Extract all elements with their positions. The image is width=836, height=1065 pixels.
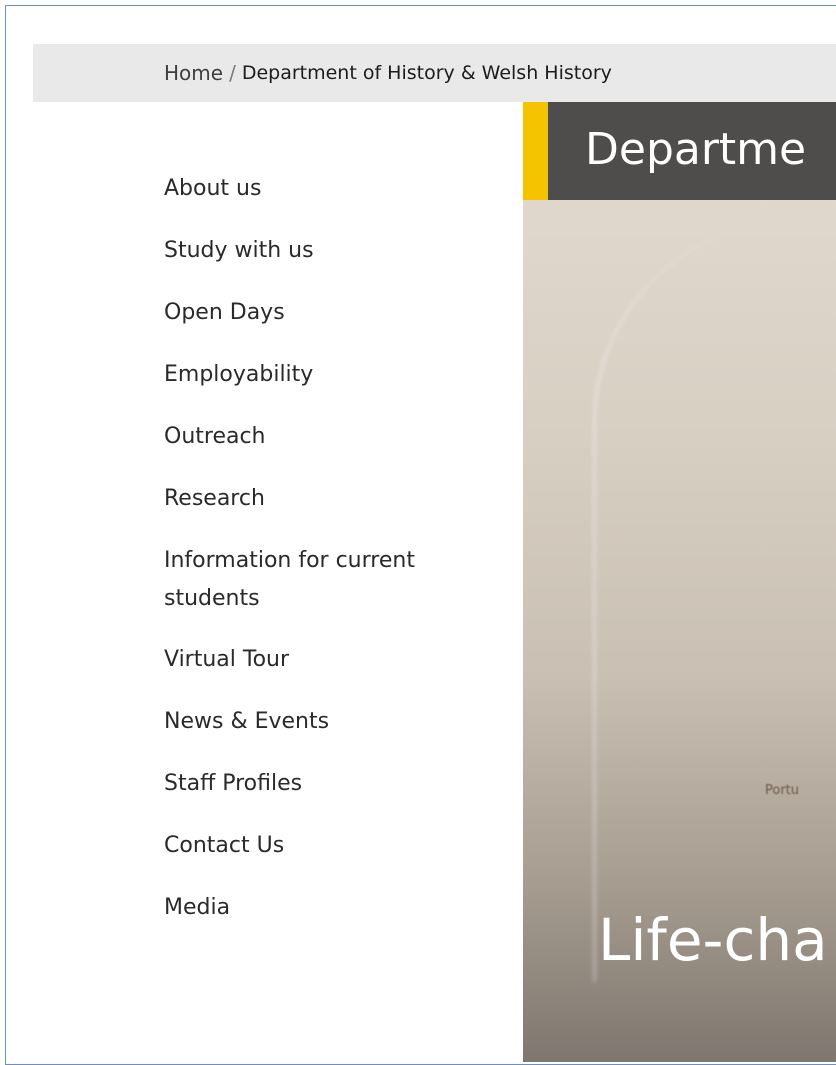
sidebar-item-outreach[interactable]: Outreach [164,418,484,456]
sidebar-item-open-days[interactable]: Open Days [164,294,484,332]
breadcrumb: Home / Department of History & Welsh His… [33,44,836,102]
sidebar-item-research[interactable]: Research [164,480,484,518]
sidebar-item-study-with-us[interactable]: Study with us [164,232,484,270]
hero-tagline: Life-cha [598,906,828,974]
title-accent-bar [523,102,548,200]
breadcrumb-separator: / [229,61,236,85]
hero-banner: Portu Departme Life-cha [523,102,836,1062]
sidebar-item-news-events[interactable]: News & Events [164,703,484,741]
sidebar-item-staff-profiles[interactable]: Staff Profiles [164,765,484,803]
hero-background-image [593,222,836,982]
sidebar-item-virtual-tour[interactable]: Virtual Tour [164,641,484,679]
sidebar-item-media[interactable]: Media [164,889,484,927]
hero-image-caption: Portu [765,783,800,798]
breadcrumb-current: Department of History & Welsh History [241,62,612,84]
sidebar-nav: About us Study with us Open Days Employa… [164,170,484,951]
page-title: Departme [585,124,807,175]
sidebar-item-about-us[interactable]: About us [164,170,484,208]
sidebar-item-current-students[interactable]: Information for current students [164,542,484,618]
sidebar-item-employability[interactable]: Employability [164,356,484,394]
page-title-bar: Departme [523,102,836,200]
sidebar-item-contact-us[interactable]: Contact Us [164,827,484,865]
breadcrumb-home-link[interactable]: Home [164,61,223,85]
